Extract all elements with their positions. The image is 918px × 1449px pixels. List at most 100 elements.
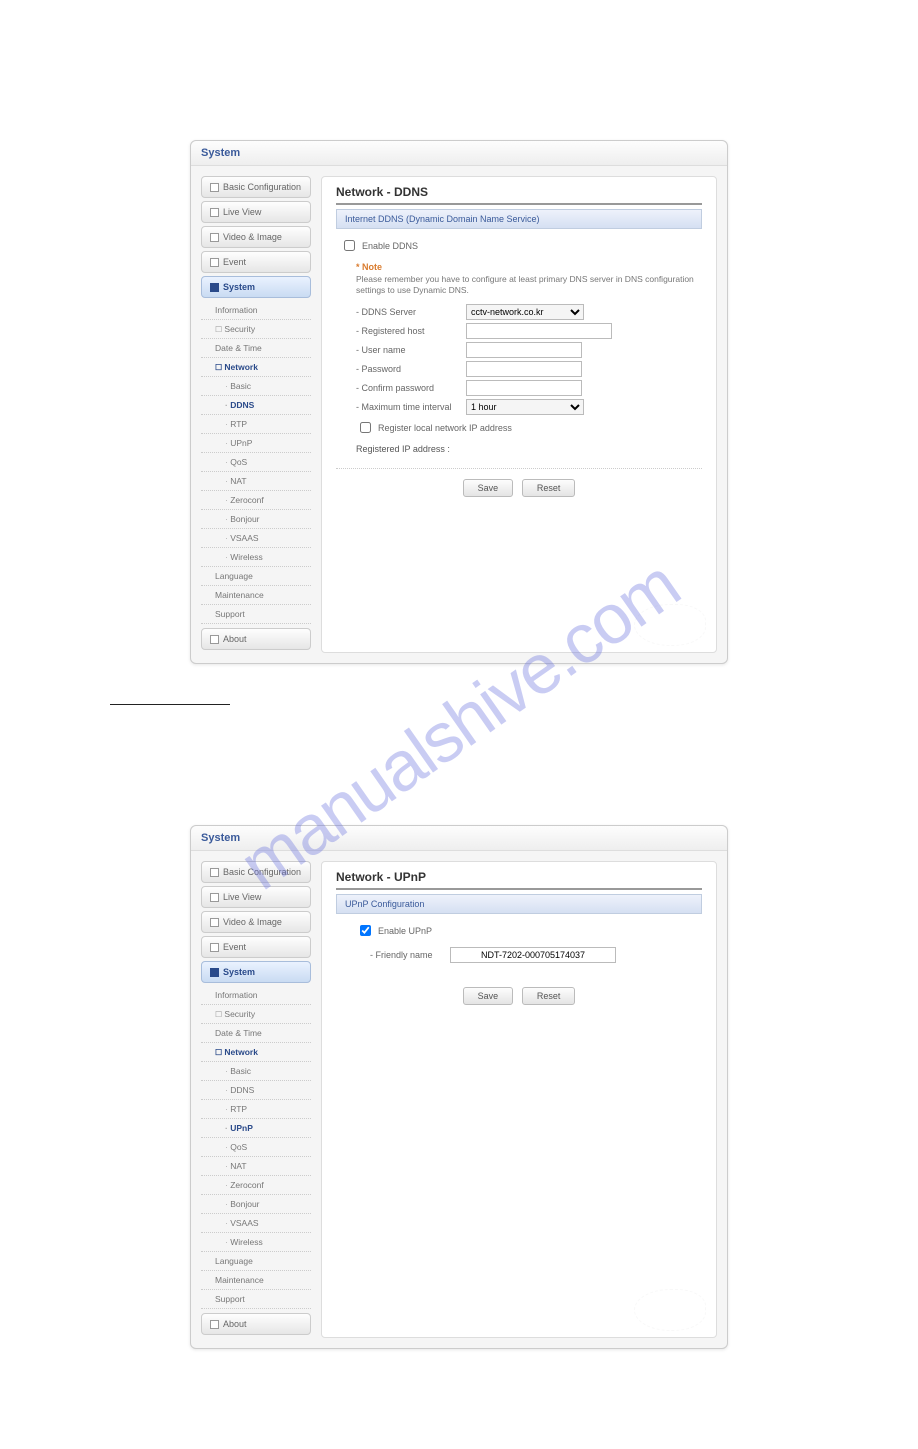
sidebar-item-wireless[interactable]: Wireless [201,1233,311,1252]
panel-header: System [191,826,727,851]
note-title: * Note [356,262,702,272]
sidebar-item-bonjour[interactable]: Bonjour [201,1195,311,1214]
square-icon [210,943,219,952]
sidebar-item-network[interactable]: Network [201,358,311,377]
nav-system[interactable]: System [201,276,311,298]
square-filled-icon [210,283,219,292]
nav-event[interactable]: Event [201,251,311,273]
registered-host-input[interactable] [466,323,612,339]
sidebar-item-information[interactable]: Information [201,301,311,320]
sidebar-item-vsaas[interactable]: VSAAS [201,529,311,548]
sidebar-item-information[interactable]: Information [201,986,311,1005]
nav-about[interactable]: About [201,628,311,650]
confirm-password-label: - Confirm password [356,383,466,393]
ddns-server-select[interactable]: cctv-network.co.kr [466,304,584,320]
panel-header: System [191,141,727,166]
sidebar-item-zeroconf[interactable]: Zeroconf [201,491,311,510]
sidebar-nav: Basic Configuration Live View Video & Im… [201,176,311,653]
sidebar-item-support[interactable]: Support [201,1290,311,1309]
sidebar-item-maintenance[interactable]: Maintenance [201,1271,311,1290]
sidebar-item-nat[interactable]: NAT [201,472,311,491]
registered-host-label: - Registered host [356,326,466,336]
sidebar-item-vsaas[interactable]: VSAAS [201,1214,311,1233]
register-local-label: Register local network IP address [378,423,512,433]
nav-system[interactable]: System [201,961,311,983]
ddns-config-panel: System Basic Configuration Live View Vid… [190,140,728,664]
save-button[interactable]: Save [463,987,514,1005]
nav-video-image[interactable]: Video & Image [201,911,311,933]
square-icon [210,208,219,217]
sidebar-item-network[interactable]: Network [201,1043,311,1062]
square-icon [210,258,219,267]
sidebar-item-qos[interactable]: QoS [201,1138,311,1157]
upnp-content: Network - UPnP UPnP Configuration Enable… [321,861,717,1338]
sidebar-item-date-time[interactable]: Date & Time [201,1024,311,1043]
section-header: Internet DDNS (Dynamic Domain Name Servi… [336,209,702,229]
nav-event[interactable]: Event [201,936,311,958]
registered-ip-label: Registered IP address : [356,444,450,454]
user-name-input[interactable] [466,342,582,358]
square-icon [210,635,219,644]
max-interval-select[interactable]: 1 hour [466,399,584,415]
sidebar-nav: Basic Configuration Live View Video & Im… [201,861,311,1338]
content-title: Network - UPnP [336,870,702,890]
square-icon [210,893,219,902]
section-header: UPnP Configuration [336,894,702,914]
sidebar-item-security[interactable]: Security [201,320,311,339]
square-icon [210,183,219,192]
square-icon [210,868,219,877]
sidebar-item-qos[interactable]: QoS [201,453,311,472]
decorative-logo [634,604,706,646]
password-input[interactable] [466,361,582,377]
sidebar-item-maintenance[interactable]: Maintenance [201,586,311,605]
panel-body: Basic Configuration Live View Video & Im… [191,166,727,663]
nav-video-image[interactable]: Video & Image [201,226,311,248]
enable-ddns-checkbox[interactable] [344,240,355,251]
sidebar-item-rtp[interactable]: RTP [201,1100,311,1119]
confirm-password-input[interactable] [466,380,582,396]
save-button[interactable]: Save [463,479,514,497]
register-local-checkbox[interactable] [360,422,371,433]
upnp-config-panel: System Basic Configuration Live View Vid… [190,825,728,1349]
sidebar-item-language[interactable]: Language [201,567,311,586]
square-icon [210,233,219,242]
sidebar-item-rtp[interactable]: RTP [201,415,311,434]
nav-live-view[interactable]: Live View [201,886,311,908]
reset-button[interactable]: Reset [522,987,576,1005]
sidebar-item-ddns[interactable]: DDNS [201,1081,311,1100]
sidebar-item-upnp[interactable]: UPnP [201,1119,311,1138]
sidebar-item-basic[interactable]: Basic [201,377,311,396]
content-title: Network - DDNS [336,185,702,205]
enable-ddns-row: Enable DDNS [340,237,702,254]
reset-button[interactable]: Reset [522,479,576,497]
divider-line [110,704,230,705]
sidebar-item-bonjour[interactable]: Bonjour [201,510,311,529]
panel-body: Basic Configuration Live View Video & Im… [191,851,727,1348]
nav-about[interactable]: About [201,1313,311,1335]
password-label: - Password [356,364,466,374]
sidebar-item-zeroconf[interactable]: Zeroconf [201,1176,311,1195]
nav-basic-configuration[interactable]: Basic Configuration [201,861,311,883]
sidebar-item-basic[interactable]: Basic [201,1062,311,1081]
sidebar-item-date-time[interactable]: Date & Time [201,339,311,358]
sidebar-item-support[interactable]: Support [201,605,311,624]
ddns-content: Network - DDNS Internet DDNS (Dynamic Do… [321,176,717,653]
button-row: Save Reset [336,977,702,1005]
friendly-name-label: - Friendly name [370,950,450,960]
sidebar-item-security[interactable]: Security [201,1005,311,1024]
sidebar-item-language[interactable]: Language [201,1252,311,1271]
ddns-fields: - DDNS Server cctv-network.co.kr - Regis… [356,304,702,454]
nav-basic-configuration[interactable]: Basic Configuration [201,176,311,198]
friendly-name-input[interactable] [450,947,616,963]
square-filled-icon [210,968,219,977]
sidebar-item-nat[interactable]: NAT [201,1157,311,1176]
user-name-label: - User name [356,345,466,355]
document-page: manualshive.com System Basic Configurati… [0,0,918,1449]
max-interval-label: - Maximum time interval [356,402,466,412]
sidebar-item-ddns[interactable]: DDNS [201,396,311,415]
ddns-server-label: - DDNS Server [356,307,466,317]
nav-live-view[interactable]: Live View [201,201,311,223]
enable-upnp-checkbox[interactable] [360,925,371,936]
sidebar-item-wireless[interactable]: Wireless [201,548,311,567]
sidebar-item-upnp[interactable]: UPnP [201,434,311,453]
